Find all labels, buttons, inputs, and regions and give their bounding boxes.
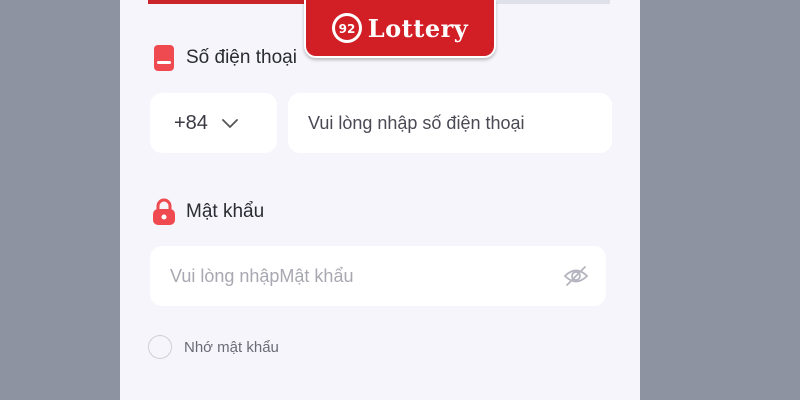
password-label-row: Mật khẩu — [152, 198, 264, 226]
country-code-select[interactable]: +84 — [150, 93, 277, 153]
remember-password-row[interactable]: Nhớ mật khẩu — [148, 335, 279, 359]
eye-slash-icon[interactable] — [562, 262, 590, 290]
phone-label-row: Số điện thoại — [152, 44, 297, 72]
chevron-down-icon — [222, 112, 238, 135]
phone-icon — [152, 44, 176, 72]
password-field — [150, 246, 606, 306]
logo-text: Lottery — [367, 13, 469, 43]
phone-field — [288, 93, 612, 153]
password-input[interactable] — [168, 264, 562, 288]
phone-input[interactable] — [306, 111, 612, 135]
lock-icon — [152, 198, 176, 226]
logo-mark-icon: 92 — [331, 13, 362, 43]
brand-logo: 92 Lottery — [304, 0, 496, 58]
remember-label: Nhớ mật khẩu — [184, 338, 279, 356]
logo-mark-text: 92 — [338, 22, 355, 36]
country-code-value: +84 — [174, 111, 208, 134]
remember-checkbox[interactable] — [148, 335, 172, 359]
password-label: Mật khẩu — [186, 201, 265, 222]
phone-label: Số điện thoại — [186, 47, 297, 68]
active-tab-indicator — [148, 0, 308, 4]
